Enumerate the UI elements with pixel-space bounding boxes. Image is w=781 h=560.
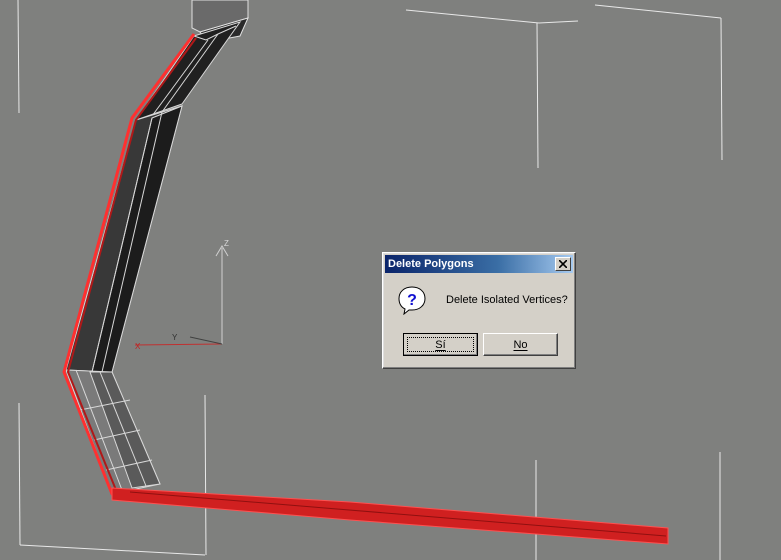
yes-button[interactable]: Sí xyxy=(403,333,478,356)
axis-tripod xyxy=(134,245,229,346)
no-button-label: No xyxy=(513,338,528,351)
axis-label-x: X xyxy=(135,342,141,351)
dialog-titlebar[interactable]: Delete Polygons xyxy=(385,255,573,273)
dialog-title: Delete Polygons xyxy=(388,258,474,270)
no-button[interactable]: No xyxy=(483,333,558,356)
svg-text:?: ? xyxy=(407,292,417,309)
close-icon xyxy=(559,260,567,268)
question-icon: ? xyxy=(398,286,426,315)
dialog-message: Delete Isolated Vertices? xyxy=(446,294,568,306)
close-button[interactable] xyxy=(555,257,571,271)
focus-rect xyxy=(407,337,474,352)
axis-label-z: Z xyxy=(224,239,229,248)
delete-polygons-dialog: Delete Polygons ? Delete Isolated Vertic… xyxy=(382,252,576,369)
axis-label-y: Y xyxy=(172,333,178,342)
mesh-object[interactable] xyxy=(62,0,669,545)
